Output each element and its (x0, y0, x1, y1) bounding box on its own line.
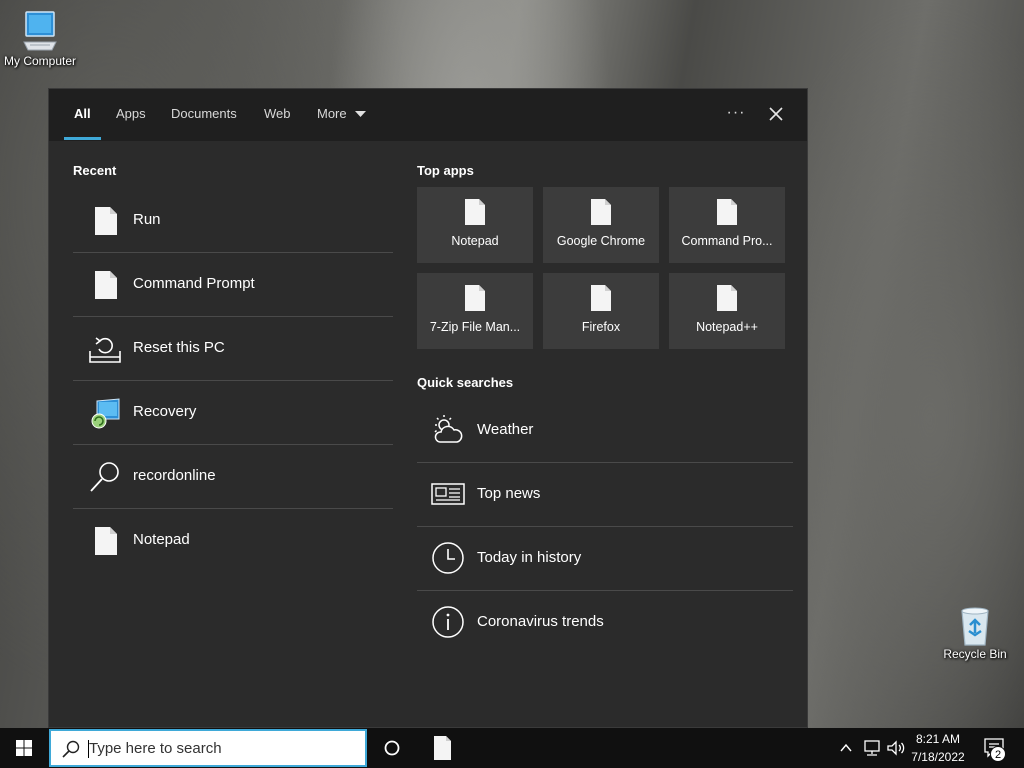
document-icon (95, 207, 117, 235)
cortana-button[interactable] (380, 736, 404, 760)
recent-item-label: recordonline (133, 467, 216, 484)
top-app-google-chrome[interactable]: Google Chrome (543, 187, 659, 263)
quick-search-label: Today in history (477, 549, 582, 566)
windows-logo-icon (16, 740, 32, 756)
document-icon (591, 285, 611, 311)
recycle-bin-icon (961, 607, 989, 646)
quick-searches-heading: Quick searches (417, 375, 514, 390)
document-icon (95, 271, 117, 299)
quick-search-label: Weather (477, 421, 534, 438)
network-icon (864, 740, 880, 756)
recent-item-label: Recovery (133, 403, 197, 420)
clock-date: 7/18/2022 (911, 750, 965, 764)
recent-heading: Recent (73, 163, 117, 178)
close-icon (769, 107, 783, 121)
search-placeholder: Type here to search (89, 740, 222, 757)
desktop-icon-recycle-bin[interactable]: Recycle Bin (935, 603, 1015, 661)
tab-label: Apps (116, 106, 146, 121)
document-icon (95, 527, 117, 555)
tab-label: More (317, 106, 347, 121)
top-app-label: 7-Zip File Man... (429, 320, 521, 334)
recent-item-reset-this-pc[interactable]: Reset this PC (73, 317, 393, 381)
caret-down-icon (355, 111, 367, 118)
recent-item-recovery[interactable]: Recovery (73, 381, 393, 445)
search-panel: All Apps Documents Web More ··· Recent R… (48, 88, 808, 728)
search-icon (62, 740, 80, 758)
tab-documents[interactable]: Documents (171, 89, 237, 141)
tab-label: Web (264, 106, 291, 121)
recent-item-label: Notepad (133, 531, 190, 548)
desktop-icon-label: Recycle Bin (943, 647, 1007, 661)
quick-search-top-news[interactable]: Top news (417, 463, 793, 527)
quick-searches-list: Weather Top news Today in history Corona… (417, 399, 793, 655)
close-button[interactable] (763, 101, 789, 127)
top-apps-heading: Top apps (417, 163, 474, 178)
tab-web[interactable]: Web (264, 89, 291, 141)
monitor-icon (23, 11, 57, 51)
chevron-up-icon (840, 743, 852, 752)
top-app-command-prompt[interactable]: Command Pro... (669, 187, 785, 263)
document-icon (591, 199, 611, 225)
tab-label: Documents (171, 106, 237, 121)
top-app-label: Firefox (581, 320, 621, 334)
start-button[interactable] (0, 728, 48, 768)
reset-pc-icon (89, 337, 121, 363)
top-app-firefox[interactable]: Firefox (543, 273, 659, 349)
taskbar-search-input[interactable]: Type here to search (49, 729, 367, 767)
tab-apps[interactable]: Apps (116, 89, 146, 141)
recent-item-notepad[interactable]: Notepad (73, 509, 393, 573)
document-icon (434, 736, 451, 760)
recent-item-command-prompt[interactable]: Command Prompt (73, 253, 393, 317)
network-button[interactable] (862, 739, 882, 757)
document-icon (465, 285, 485, 311)
news-icon (431, 483, 465, 505)
cortana-circle-icon (384, 740, 400, 756)
notification-count-badge: 2 (990, 746, 1006, 762)
top-app-notepad-plus-plus[interactable]: Notepad++ (669, 273, 785, 349)
quick-search-weather[interactable]: Weather (417, 399, 793, 463)
options-button[interactable]: ··· (721, 101, 751, 127)
clock-time: 8:21 AM (915, 732, 961, 746)
taskbar: Type here to search 8:21 AM 7/18/2022 2 (0, 728, 1024, 768)
taskbar-app-notepad[interactable] (430, 734, 454, 762)
top-app-label: Notepad (451, 234, 499, 248)
quick-search-today-in-history[interactable]: Today in history (417, 527, 793, 591)
show-hidden-icons-button[interactable] (838, 740, 854, 756)
recent-item-recordonline[interactable]: recordonline (73, 445, 393, 509)
search-icon (90, 462, 119, 492)
quick-search-label: Coronavirus trends (477, 613, 604, 630)
info-icon (432, 606, 464, 638)
weather-icon (434, 415, 463, 443)
recent-list: Run Command Prompt Reset this PC Recover… (73, 189, 393, 573)
top-app-label: Command Pro... (681, 234, 773, 248)
quick-search-coronavirus-trends[interactable]: Coronavirus trends (417, 591, 793, 655)
recent-item-label: Reset this PC (133, 339, 225, 356)
recovery-icon (91, 398, 120, 429)
desktop-icon-label: My Computer (3, 54, 77, 68)
system-clock[interactable]: 8:21 AM 7/18/2022 (900, 730, 976, 766)
document-icon (465, 199, 485, 225)
search-tab-bar: All Apps Documents Web More ··· (49, 89, 807, 141)
tab-all[interactable]: All (64, 89, 101, 141)
top-app-notepad[interactable]: Notepad (417, 187, 533, 263)
desktop-icon-my-computer[interactable]: My Computer (0, 10, 80, 68)
clock-icon (432, 542, 464, 574)
document-icon (717, 285, 737, 311)
recent-item-label: Command Prompt (133, 275, 255, 292)
document-icon (717, 199, 737, 225)
top-app-label: Notepad++ (696, 320, 758, 334)
recent-item-run[interactable]: Run (73, 189, 393, 253)
tab-more[interactable]: More (317, 89, 367, 141)
ellipsis-icon: ··· (726, 104, 746, 121)
top-app-7zip[interactable]: 7-Zip File Man... (417, 273, 533, 349)
recent-item-label: Run (133, 211, 161, 228)
top-app-label: Google Chrome (556, 234, 646, 248)
tab-label: All (74, 106, 91, 121)
quick-search-label: Top news (477, 485, 541, 502)
